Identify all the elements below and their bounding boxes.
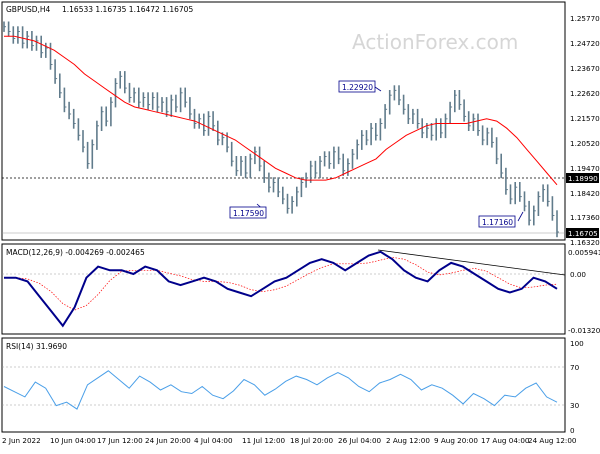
annotation-label: 1.17590 [233, 209, 264, 218]
x-tick: 4 Jul 04:00 [194, 436, 233, 445]
price-tick: 1.23670 [570, 64, 600, 73]
rsi-tick: 30 [570, 401, 580, 410]
x-tick: 11 Jul 12:00 [242, 436, 286, 445]
x-tick: 2 Aug 12:00 [386, 436, 430, 445]
macd-tick: -0.013207 [568, 326, 600, 335]
price-tick: 1.17360 [570, 213, 600, 222]
price-tick: 1.24720 [570, 39, 600, 48]
x-tick: 18 Jul 20:00 [290, 436, 334, 445]
x-tick: 26 Jul 04:00 [338, 436, 382, 445]
rsi-panel-frame [1, 337, 566, 433]
price-y-axis: 1.25770 1.24720 1.23670 1.22620 1.21570 … [570, 14, 600, 247]
rsi-tick: 100 [570, 339, 584, 348]
x-tick: 24 Jun 20:00 [145, 436, 191, 445]
watermark: ActionForex.com [352, 30, 518, 54]
x-tick: 2 Jun 2022 [2, 436, 41, 445]
rsi-tick: 0 [570, 426, 575, 435]
ohlc-label: 1.16533 1.16735 1.16472 1.16705 [62, 5, 193, 14]
rsi-label: RSI(14) 31.9690 [6, 342, 67, 351]
price-tick: 1.18420 [570, 189, 600, 198]
x-tick: 24 Aug 12:00 [528, 436, 577, 445]
x-axis: 2 Jun 2022 10 Jun 04:00 17 Jun 12:00 24 … [2, 436, 577, 445]
x-tick: 10 Jun 04:00 [50, 436, 96, 445]
macd-tick: 0.00 [570, 270, 586, 279]
x-tick: 9 Aug 20:00 [434, 436, 478, 445]
price-tick: 1.20520 [570, 139, 600, 148]
rsi-tick: 70 [570, 363, 580, 372]
chart-svg: ActionForex.com GBPUSD,H4 1.16533 1.1673… [1, 1, 600, 445]
price-tick: 1.25770 [570, 14, 600, 23]
current-price-label: 1.16705 [568, 229, 598, 238]
price-tick: 1.22620 [570, 89, 600, 98]
price-tick: 1.21570 [570, 114, 600, 123]
price-tick: 1.19470 [570, 164, 600, 173]
annotation-high: 1.22920 [338, 80, 382, 93]
trading-chart: ActionForex.com GBPUSD,H4 1.16533 1.1673… [0, 0, 600, 450]
annotation-label: 1.22920 [342, 83, 373, 92]
macd-tick: 0.005941 [568, 248, 600, 257]
price-tick: 1.16320 [570, 238, 600, 247]
macd-panel-frame [1, 243, 566, 335]
macd-label: MACD(12,26,9) -0.004269 -0.002465 [6, 248, 145, 257]
level-price-label: 1.18990 [568, 174, 598, 183]
symbol-label: GBPUSD,H4 [6, 5, 51, 14]
x-tick: 17 Aug 04:00 [481, 436, 530, 445]
annotation-label: 1.17160 [482, 218, 513, 227]
x-tick: 17 Jun 12:00 [97, 436, 143, 445]
